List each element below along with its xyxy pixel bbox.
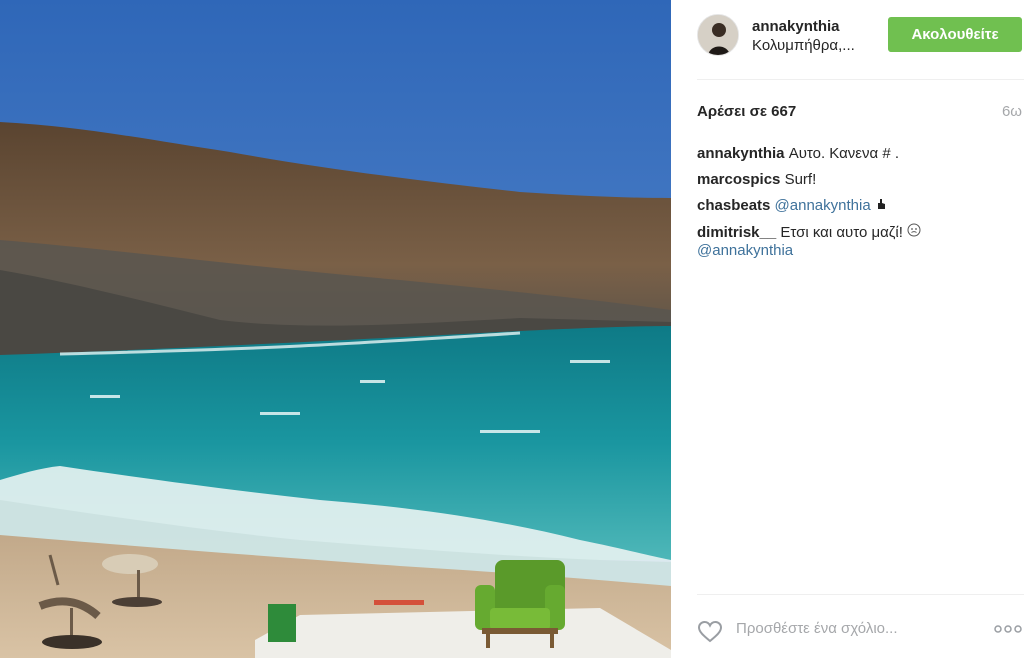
post-timestamp[interactable]: 6ω — [1002, 103, 1022, 120]
post-username[interactable]: annakynthia — [752, 18, 840, 35]
comment-item: marcospics Surf! — [697, 171, 1017, 189]
heart-icon[interactable] — [697, 620, 723, 644]
add-comment-input[interactable]: Προσθέστε ένα σχόλιο... — [736, 620, 898, 637]
comment-username[interactable]: annakynthia — [697, 145, 785, 162]
post-side-panel: annakynthia Κολυμπήθρα,... Ακολουθείτε Α… — [671, 0, 1024, 658]
comment-item: dimitrisk__ Ετσι και αυτο μαζί! @annakyn… — [697, 223, 1017, 260]
follow-button[interactable]: Ακολουθείτε — [888, 17, 1022, 52]
user-avatar[interactable] — [697, 14, 739, 56]
comment-username[interactable]: marcospics — [697, 171, 780, 188]
post-photo[interactable] — [0, 0, 671, 658]
comment-username[interactable]: chasbeats — [697, 197, 770, 214]
comment-item: chasbeats @annakynthia — [697, 197, 1017, 215]
comment-text: Ετσι και αυτο μαζί! — [780, 224, 903, 241]
likes-count[interactable]: Αρέσει σε 667 — [697, 103, 796, 120]
footer-divider — [697, 594, 1024, 595]
comment-mention[interactable]: @annakynthia — [697, 242, 793, 259]
comment-username[interactable]: dimitrisk__ — [697, 224, 776, 241]
more-options-icon[interactable] — [993, 622, 1023, 636]
pointing-hand-icon — [875, 197, 887, 214]
post-header: annakynthia Κολυμπήθρα,... Ακολουθείτε — [671, 0, 1024, 70]
comments-list: annakynthia Αυτο. Κανενα # . marcospics … — [697, 145, 1017, 268]
comment-mention[interactable]: @annakynthia — [775, 197, 871, 214]
comment-item: annakynthia Αυτο. Κανενα # . — [697, 145, 1017, 163]
comment-text: Αυτο. Κανενα # . — [788, 145, 899, 162]
post-location[interactable]: Κολυμπήθρα,... — [752, 37, 855, 54]
header-divider — [697, 79, 1024, 80]
face-emoji-icon — [907, 223, 921, 241]
avatar-image — [698, 15, 738, 55]
beach-photo-image — [0, 0, 671, 658]
comment-text: Surf! — [784, 171, 817, 188]
